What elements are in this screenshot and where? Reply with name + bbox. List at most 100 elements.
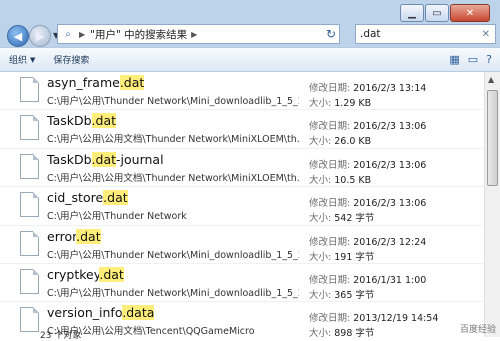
file-name[interactable]: TaskDb.dat — [47, 113, 117, 129]
modified-value: 2016/1/31 1:00 — [353, 274, 427, 286]
search-query: .dat — [360, 28, 381, 40]
file-icon — [20, 230, 39, 256]
close-button[interactable]: ✕ — [450, 4, 490, 22]
file-path: C:\用户\公用\Thunder Network — [47, 211, 187, 223]
search-input[interactable]: .dat ✕ — [355, 24, 496, 44]
save-search-label: 保存搜索 — [53, 56, 90, 66]
file-name[interactable]: cid_store.dat — [47, 190, 128, 206]
minimize-button[interactable]: ▁ — [400, 4, 424, 22]
arrow-right-icon: ▶ — [35, 29, 45, 43]
arrow-left-icon: ◀ — [13, 29, 23, 43]
size-value: 10.5 KB — [334, 174, 372, 186]
file-row[interactable]: cryptkey.dat C:\用户\公用\Thunder Network\Mi… — [0, 264, 484, 303]
match-highlight: .dat — [119, 75, 145, 90]
size-value: 898 字节 — [334, 328, 375, 337]
help-button[interactable]: ? — [486, 53, 492, 66]
vertical-scrollbar[interactable]: ▲ — [484, 72, 500, 337]
scrollbar-thumb[interactable] — [487, 90, 498, 186]
file-name[interactable]: error.dat — [47, 228, 101, 244]
file-name[interactable]: asyn_frame.dat — [47, 75, 145, 90]
file-name-prefix: TaskDb — [47, 113, 92, 129]
modified-date: 修改日期: 2016/1/31 1:00 — [309, 272, 426, 286]
caption-buttons: ▁ ▭ ✕ — [400, 4, 490, 22]
clear-search-button[interactable]: ✕ — [482, 29, 490, 40]
back-button[interactable]: ◀ — [7, 25, 29, 47]
save-search-button[interactable]: 保存搜索 — [44, 53, 98, 66]
size-value: 1.29 KB — [334, 98, 372, 109]
file-name[interactable]: cryptkey.dat — [47, 266, 124, 282]
watermark: 百度经验 — [459, 325, 496, 335]
file-row[interactable]: asyn_frame.dat C:\用户\公用\Thunder Network\… — [0, 72, 484, 111]
navigation-buttons: ◀ ▶ ▼ — [4, 23, 59, 47]
search-results-list: asyn_frame.dat C:\用户\公用\Thunder Network\… — [0, 72, 484, 337]
match-highlight: .dat — [76, 228, 101, 244]
file-row[interactable]: cid_store.dat C:\用户\公用\Thunder Network 修… — [0, 187, 484, 226]
file-icon — [20, 268, 39, 294]
size-label: 大小: — [309, 289, 332, 301]
status-item-count: 23 个对象 — [40, 331, 82, 341]
file-row[interactable]: TaskDb.dat C:\用户\公用\公用文档\Thunder Network… — [0, 110, 484, 149]
file-row[interactable]: error.dat C:\用户\公用\Thunder Network\Mini_… — [0, 226, 484, 264]
match-highlight: .dat — [103, 190, 128, 206]
modified-date: 修改日期: 2016/2/3 13:14 — [309, 80, 426, 94]
size-value: 365 字节 — [334, 289, 375, 301]
file-path: C:\用户\公用\Thunder Network\Mini_downloadli… — [47, 287, 299, 299]
address-path[interactable]: "用户" 中的搜索结果 — [90, 27, 187, 42]
modified-date: 修改日期: 2016/2/3 13:06 — [309, 195, 426, 209]
size-label: 大小: — [309, 213, 332, 225]
modified-value: 2016/2/3 13:06 — [353, 159, 427, 171]
scroll-up-icon[interactable]: ▲ — [488, 75, 494, 84]
modified-value: 2016/2/3 13:06 — [353, 198, 427, 210]
size-label: 大小: — [309, 174, 332, 186]
forward-button[interactable]: ▶ — [29, 25, 51, 47]
modified-date: 修改日期: 2016/2/3 13:06 — [309, 157, 426, 171]
maximize-button[interactable]: ▭ — [425, 4, 449, 22]
explorer-window: ▁ ▭ ✕ ◀ ▶ ▼ ⌕ ▶ "用户" 中的搜索结果 ▶ ↻ .dat ✕ 组… — [0, 0, 500, 341]
modified-label: 修改日期: — [309, 83, 351, 94]
change-view-button[interactable]: ▦ — [449, 53, 459, 66]
file-path: C:\用户\公用\Thunder Network\Mini_downloadli… — [47, 96, 299, 107]
modified-label: 修改日期: — [309, 236, 351, 248]
refresh-button[interactable]: ↻ — [322, 24, 340, 44]
file-name-prefix: cid_store — [47, 190, 104, 206]
file-name[interactable]: version_info.data — [47, 305, 155, 321]
file-path: C:\用户\公用\公用文档\Thunder Network\MiniXLOEM\… — [47, 134, 299, 146]
organize-menu[interactable]: 组织 ▼ — [0, 53, 44, 67]
file-icon — [20, 192, 39, 218]
file-path: C:\用户\公用\公用文档\Tencent\QQGameMicro — [47, 326, 255, 337]
address-bar[interactable]: ⌕ ▶ "用户" 中的搜索结果 ▶ — [57, 24, 340, 44]
modified-value: 2013/12/19 14:54 — [353, 313, 439, 325]
file-path: C:\用户\公用\Thunder Network\Mini_downloadli… — [47, 249, 299, 261]
chevron-right-icon[interactable]: ▶ — [191, 30, 197, 39]
file-name[interactable]: TaskDb.dat-journal — [47, 151, 164, 167]
modified-label: 修改日期: — [309, 121, 351, 133]
chevron-right-icon[interactable]: ▶ — [79, 30, 85, 39]
modified-value: 2016/2/3 12:24 — [353, 236, 427, 248]
file-icon — [20, 307, 39, 333]
organize-label: 组织 — [9, 56, 28, 66]
file-size: 大小: 542 字节 — [309, 210, 374, 224]
match-highlight: .data — [122, 305, 155, 321]
modified-label: 修改日期: — [309, 159, 351, 171]
modified-date: 修改日期: 2016/2/3 12:24 — [309, 234, 426, 248]
refresh-icon: ↻ — [325, 27, 337, 41]
file-icon — [20, 153, 39, 179]
file-size: 大小: 26.0 KB — [309, 133, 371, 147]
view-controls: ▦ ▭ ? — [449, 53, 500, 66]
size-label: 大小: — [309, 251, 332, 263]
modified-value: 2016/2/3 13:06 — [353, 121, 427, 133]
file-row[interactable]: TaskDb.dat-journal C:\用户\公用\公用文档\Thunder… — [0, 149, 484, 188]
modified-date: 修改日期: 2013/12/19 14:54 — [309, 310, 438, 324]
size-value: 542 字节 — [334, 213, 375, 225]
match-highlight: .dat — [91, 113, 117, 129]
file-path: C:\用户\公用\公用文档\Thunder Network\MiniXLOEM\… — [47, 172, 299, 184]
modified-label: 修改日期: — [309, 313, 351, 325]
file-name-prefix: version_info — [47, 305, 123, 321]
size-label: 大小: — [309, 98, 332, 109]
size-value: 26.0 KB — [334, 136, 372, 148]
size-label: 大小: — [309, 136, 332, 148]
file-name-prefix: TaskDb — [47, 151, 92, 167]
match-highlight: .dat — [99, 266, 124, 282]
file-name-prefix: asyn_frame — [47, 75, 120, 90]
preview-pane-button[interactable]: ▭ — [468, 53, 478, 66]
